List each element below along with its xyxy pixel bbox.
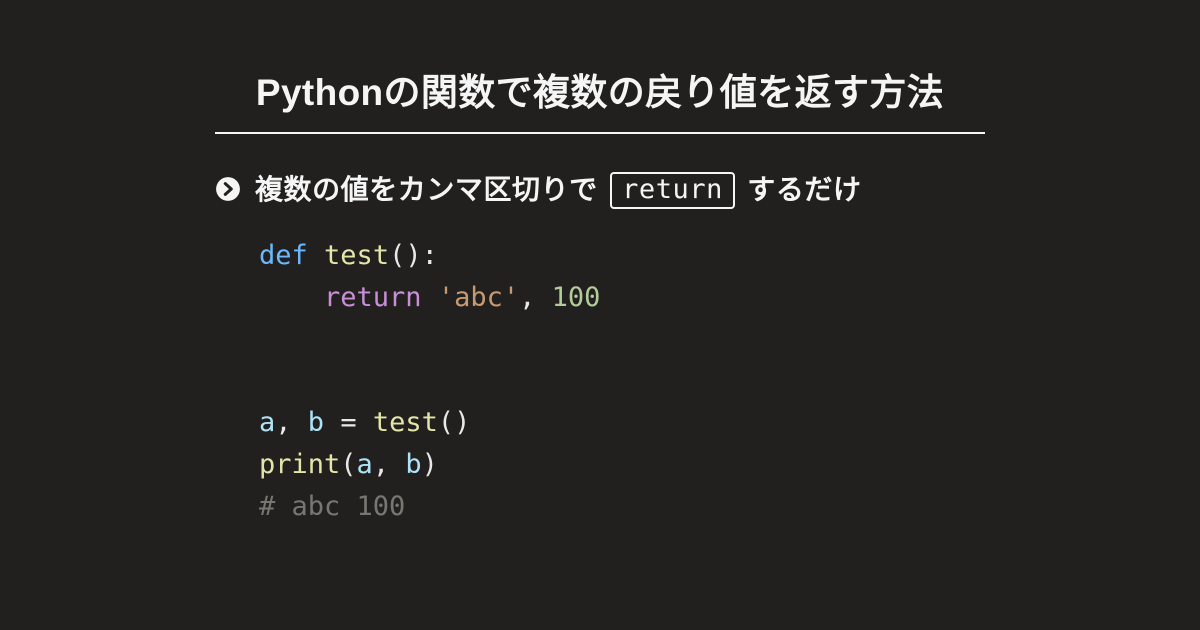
token-call: test [373,407,438,438]
token-colon: : [422,240,438,271]
token-number: 100 [552,282,601,313]
code-block: def test(): return 'abc', 100 a, b = tes… [259,235,985,528]
token-fname: test [324,240,389,271]
token-parens: () [389,240,422,271]
token-space [535,282,551,313]
subtitle-post: するだけ [739,174,862,205]
token-space [357,407,373,438]
token-indent [259,282,324,313]
keyword-box: return [610,172,735,209]
token-builtin: print [259,449,340,480]
content-area: 複数の値をカンマ区切りで return するだけ def test(): ret… [215,168,985,528]
token-ident: b [308,407,324,438]
token-comma: , [275,407,291,438]
token-def: def [259,240,308,271]
token-comment: # abc 100 [259,491,405,522]
chevron-circle-icon [215,176,241,202]
subtitle-text: 複数の値をカンマ区切りで return するだけ [255,168,862,209]
subtitle-pre: 複数の値をカンマ区切りで [255,174,606,205]
token-space [324,407,340,438]
token-string: 'abc' [438,282,519,313]
token-lparen: ( [340,449,356,480]
subtitle-row: 複数の値をカンマ区切りで return するだけ [215,168,985,209]
token-space [422,282,438,313]
page-title: Pythonの関数で複数の戻り値を返す方法 [215,62,985,134]
token-space [308,240,324,271]
token-rparen: ) [422,449,438,480]
token-equals: = [340,407,356,438]
token-parens: () [438,407,471,438]
token-comma: , [373,449,389,480]
token-comma: , [519,282,535,313]
token-ident: a [259,407,275,438]
token-ident: a [357,449,373,480]
token-return: return [324,282,422,313]
token-space [292,407,308,438]
token-ident: b [405,449,421,480]
token-space [389,449,405,480]
